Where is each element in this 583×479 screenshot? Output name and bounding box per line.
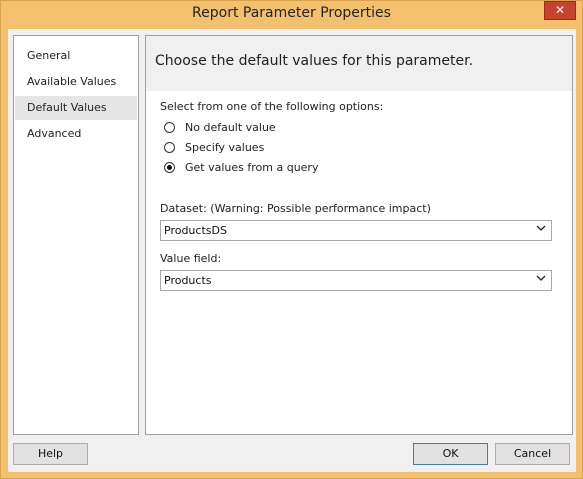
ok-button[interactable]: OK — [413, 443, 488, 465]
radio-button[interactable] — [164, 162, 175, 173]
radio-label: No default value — [185, 121, 276, 134]
chevron-down-icon[interactable] — [533, 272, 549, 289]
content-panel: Choose the default values for this param… — [145, 35, 573, 435]
radio-label: Get values from a query — [185, 161, 319, 174]
help-button[interactable]: Help — [13, 443, 88, 465]
cancel-button[interactable]: Cancel — [495, 443, 570, 465]
window-title: Report Parameter Properties — [192, 5, 391, 21]
content-header: Choose the default values for this param… — [146, 36, 572, 91]
dataset-select-value: ProductsDS — [164, 224, 227, 237]
nav-item-general[interactable]: General — [15, 44, 137, 68]
close-button[interactable]: ✕ — [544, 1, 576, 20]
title-bar[interactable]: Report Parameter Properties ✕ — [1, 1, 582, 28]
dialog-window: Report Parameter Properties ✕ General Av… — [0, 0, 583, 479]
radio-button[interactable] — [164, 142, 175, 153]
radio-button[interactable] — [164, 122, 175, 133]
nav-item-advanced[interactable]: Advanced — [15, 122, 137, 146]
options-label: Select from one of the following options… — [160, 100, 384, 113]
value-field-select[interactable]: Products — [160, 270, 552, 291]
value-field-label: Value field: — [160, 252, 222, 265]
radio-label: Specify values — [185, 141, 265, 154]
nav-panel: General Available Values Default Values … — [13, 35, 139, 435]
page-heading: Choose the default values for this param… — [155, 53, 474, 69]
dataset-select[interactable]: ProductsDS — [160, 220, 552, 241]
value-field-select-value: Products — [164, 274, 212, 287]
nav-item-default-values[interactable]: Default Values — [15, 96, 137, 120]
nav-item-available-values[interactable]: Available Values — [15, 70, 137, 94]
chevron-down-icon[interactable] — [533, 222, 549, 239]
close-icon: ✕ — [554, 3, 566, 17]
dataset-label: Dataset: (Warning: Possible performance … — [160, 202, 431, 215]
dialog-client-area: General Available Values Default Values … — [8, 29, 576, 472]
